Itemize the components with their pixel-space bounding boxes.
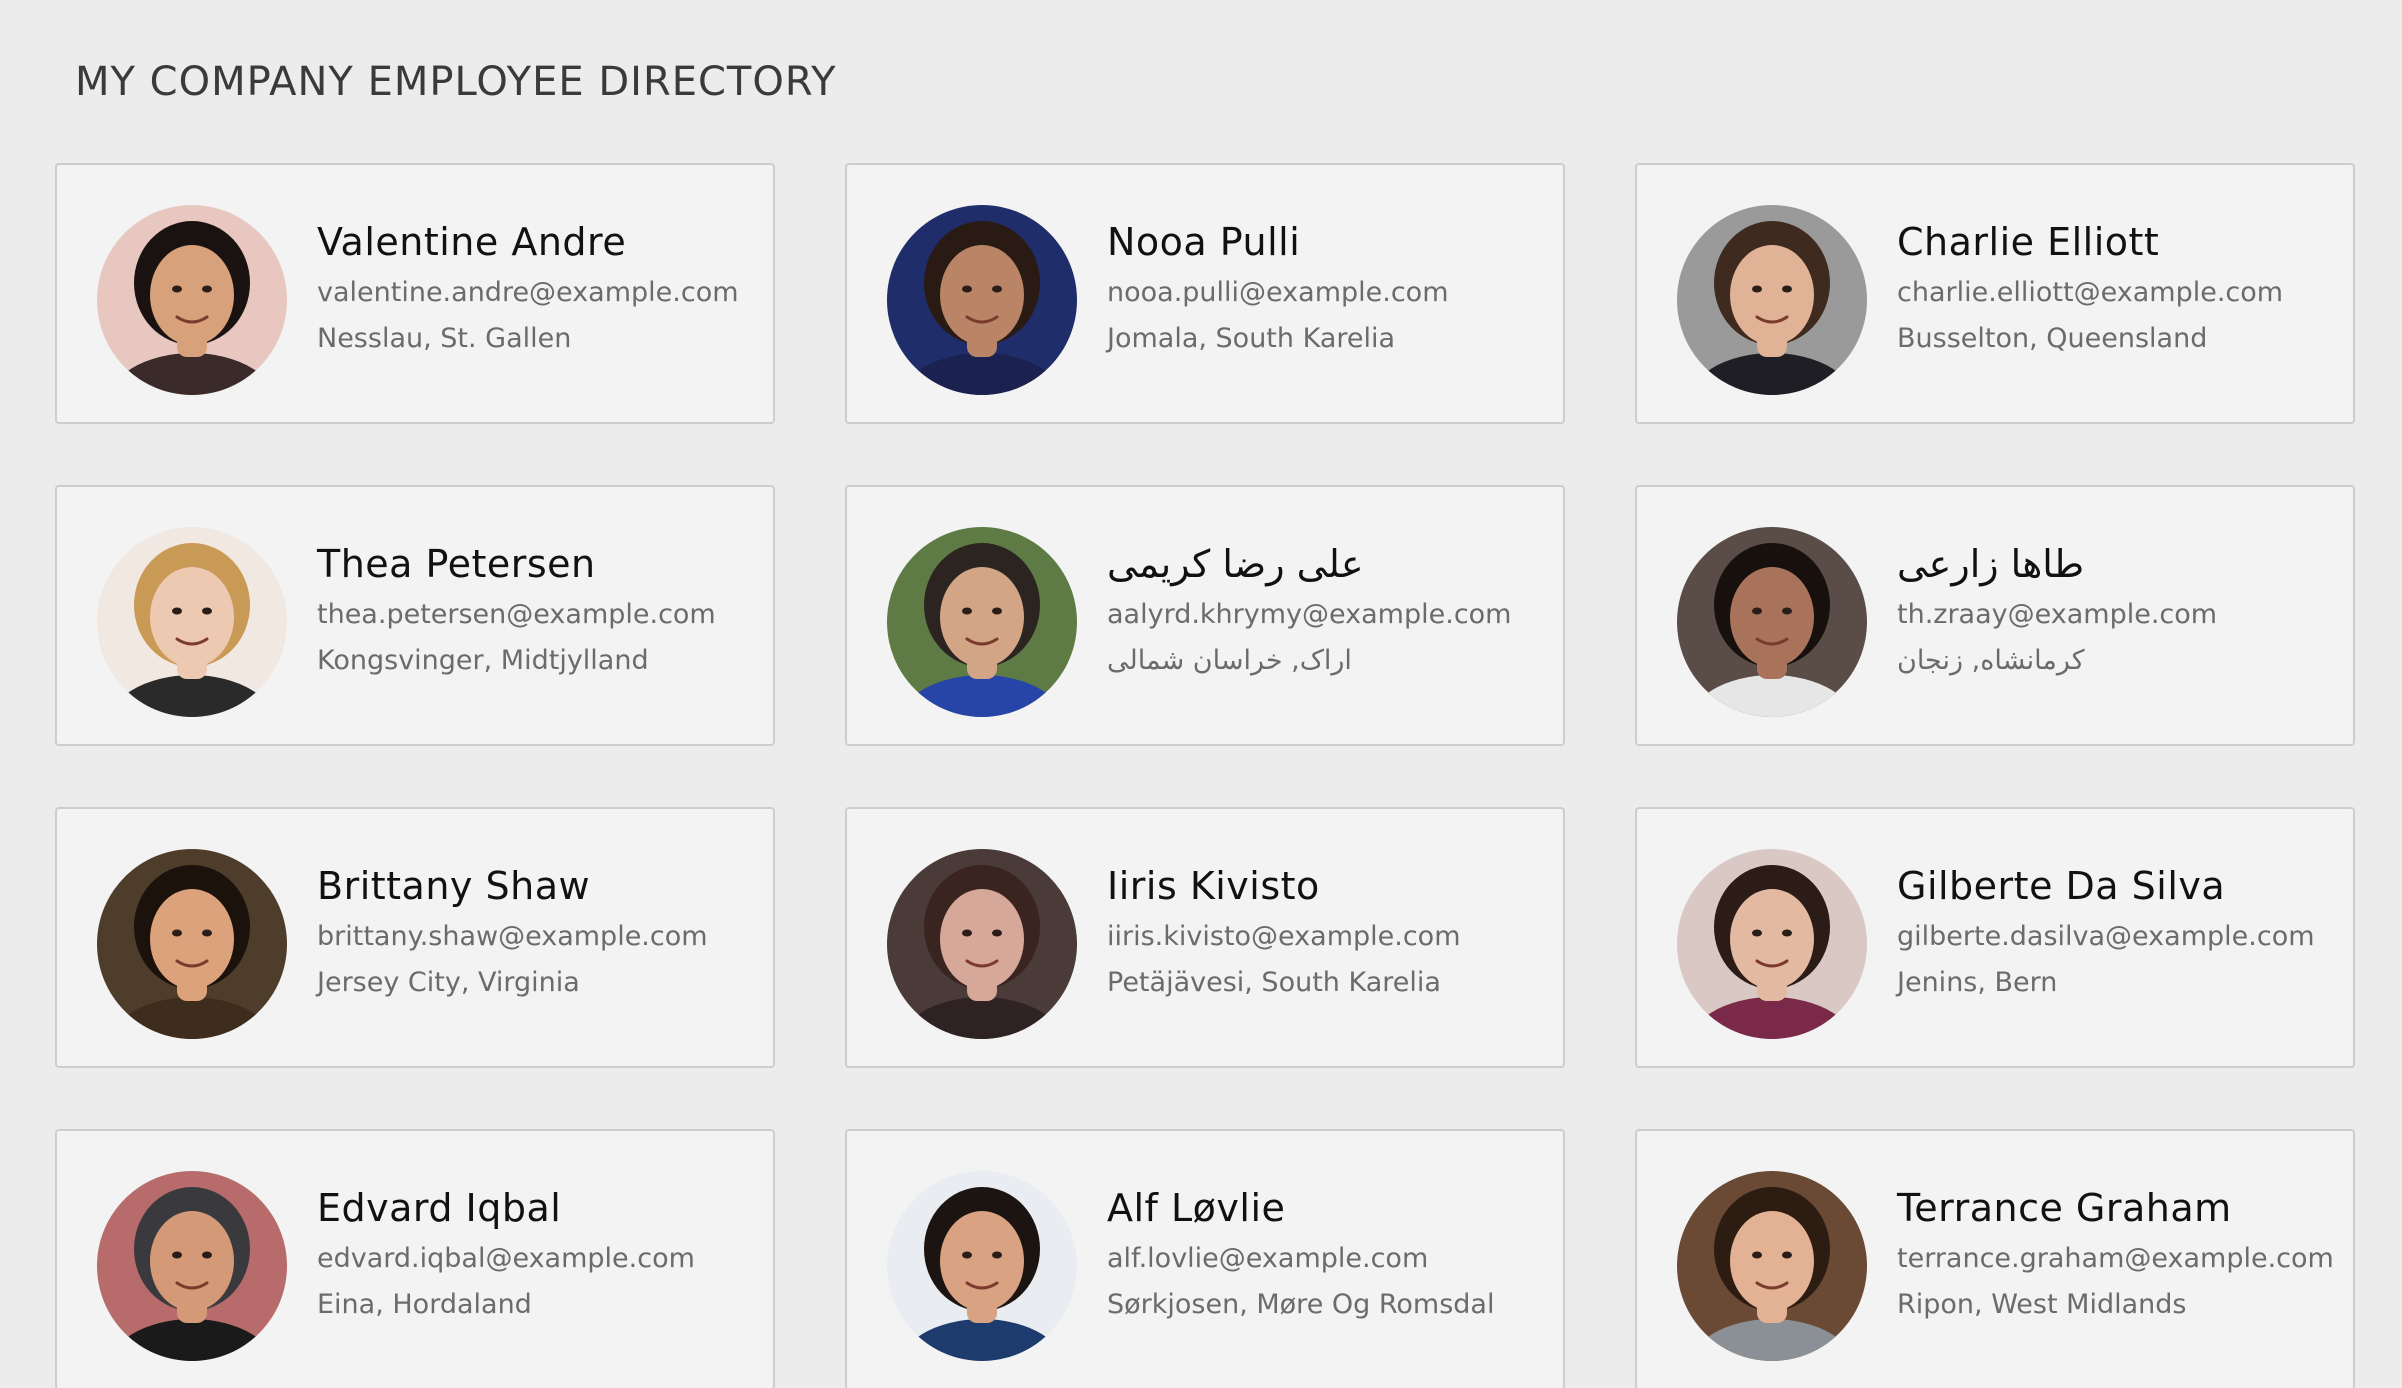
avatar-photo [887, 205, 1077, 395]
avatar-photo [97, 527, 287, 717]
employee-name[interactable]: Alf Løvlie [1107, 1183, 1553, 1233]
employee-name[interactable]: طاها زارعی [1897, 539, 2343, 589]
employee-email[interactable]: thea.petersen@example.com [317, 595, 763, 635]
employee-name[interactable]: Brittany Shaw [317, 861, 763, 911]
avatar[interactable] [887, 205, 1077, 395]
employee-location: Petäjävesi, South Karelia [1107, 967, 1441, 998]
employee-email[interactable]: alf.lovlie@example.com [1107, 1239, 1553, 1279]
employee-email[interactable]: nooa.pulli@example.com [1107, 273, 1553, 313]
employee-email[interactable]: brittany.shaw@example.com [317, 917, 763, 957]
employee-card[interactable]: Charlie Elliott charlie.elliott@example.… [1635, 163, 2355, 424]
employee-name[interactable]: Valentine Andre [317, 217, 763, 267]
directory-page: MY COMPANY EMPLOYEE DIRECTORY Valentine … [0, 0, 2402, 1388]
employee-email[interactable]: charlie.elliott@example.com [1897, 273, 2343, 313]
employee-location: اراک, خراسان شمالی [1107, 645, 1352, 676]
employee-name[interactable]: علی رضا کریمی [1107, 539, 1553, 589]
employee-card[interactable]: طاها زارعی th.zraay@example.com کرمانشاه… [1635, 485, 2355, 746]
employee-location: Eina, Hordaland [317, 1289, 532, 1320]
employee-card[interactable]: Iiris Kivisto iiris.kivisto@example.com … [845, 807, 1565, 1068]
employee-card[interactable]: Alf Løvlie alf.lovlie@example.com Sørkjo… [845, 1129, 1565, 1388]
employee-email[interactable]: th.zraay@example.com [1897, 595, 2343, 635]
avatar[interactable] [97, 527, 287, 717]
employee-location: کرمانشاه, زنجان [1897, 645, 2085, 676]
avatar[interactable] [887, 1171, 1077, 1361]
avatar-photo [97, 849, 287, 1039]
employee-card[interactable]: Valentine Andre valentine.andre@example.… [55, 163, 775, 424]
employee-location: Kongsvinger, Midtjylland [317, 645, 649, 676]
employee-location: Jenins, Bern [1897, 967, 2058, 998]
avatar[interactable] [1677, 205, 1867, 395]
avatar[interactable] [1677, 1171, 1867, 1361]
avatar-photo [97, 205, 287, 395]
employee-email[interactable]: terrance.graham@example.com [1897, 1239, 2343, 1279]
employee-email[interactable]: edvard.iqbal@example.com [317, 1239, 763, 1279]
employee-card[interactable]: Nooa Pulli nooa.pulli@example.com Jomala… [845, 163, 1565, 424]
employee-location: Sørkjosen, Møre Og Romsdal [1107, 1289, 1495, 1320]
page-title: MY COMPANY EMPLOYEE DIRECTORY [75, 59, 837, 105]
avatar[interactable] [887, 527, 1077, 717]
employee-name[interactable]: Thea Petersen [317, 539, 763, 589]
employee-card[interactable]: Terrance Graham terrance.graham@example.… [1635, 1129, 2355, 1388]
employee-email[interactable]: valentine.andre@example.com [317, 273, 763, 313]
avatar-photo [1677, 1171, 1867, 1361]
employee-location: Jomala, South Karelia [1107, 323, 1396, 354]
avatar[interactable] [97, 205, 287, 395]
employee-email[interactable]: aalyrd.khrymy@example.com [1107, 595, 1553, 635]
avatar[interactable] [887, 849, 1077, 1039]
avatar-photo [1677, 205, 1867, 395]
employee-email[interactable]: gilberte.dasilva@example.com [1897, 917, 2343, 957]
avatar-photo [887, 1171, 1077, 1361]
employee-card[interactable]: Gilberte Da Silva gilberte.dasilva@examp… [1635, 807, 2355, 1068]
avatar-photo [887, 527, 1077, 717]
avatar-photo [887, 849, 1077, 1039]
employee-card[interactable]: Edvard Iqbal edvard.iqbal@example.com Ei… [55, 1129, 775, 1388]
employee-name[interactable]: Charlie Elliott [1897, 217, 2343, 267]
employee-location: Busselton, Queensland [1897, 323, 2208, 354]
employee-name[interactable]: Iiris Kivisto [1107, 861, 1553, 911]
avatar-photo [1677, 849, 1867, 1039]
employee-card[interactable]: Thea Petersen thea.petersen@example.com … [55, 485, 775, 746]
employee-name[interactable]: Terrance Graham [1897, 1183, 2343, 1233]
employee-location: Jersey City, Virginia [317, 967, 580, 998]
employee-name[interactable]: Gilberte Da Silva [1897, 861, 2343, 911]
employee-location: Nesslau, St. Gallen [317, 323, 572, 354]
avatar[interactable] [97, 1171, 287, 1361]
employee-name[interactable]: Nooa Pulli [1107, 217, 1553, 267]
avatar[interactable] [1677, 527, 1867, 717]
employee-card[interactable]: علی رضا کریمی aalyrd.khrymy@example.com … [845, 485, 1565, 746]
avatar-photo [97, 1171, 287, 1361]
employee-location: Ripon, West Midlands [1897, 1289, 2187, 1320]
employee-email[interactable]: iiris.kivisto@example.com [1107, 917, 1553, 957]
employee-name[interactable]: Edvard Iqbal [317, 1183, 763, 1233]
employee-card[interactable]: Brittany Shaw brittany.shaw@example.com … [55, 807, 775, 1068]
employee-grid: Valentine Andre valentine.andre@example.… [55, 163, 2355, 1388]
avatar[interactable] [1677, 849, 1867, 1039]
avatar[interactable] [97, 849, 287, 1039]
avatar-photo [1677, 527, 1867, 717]
